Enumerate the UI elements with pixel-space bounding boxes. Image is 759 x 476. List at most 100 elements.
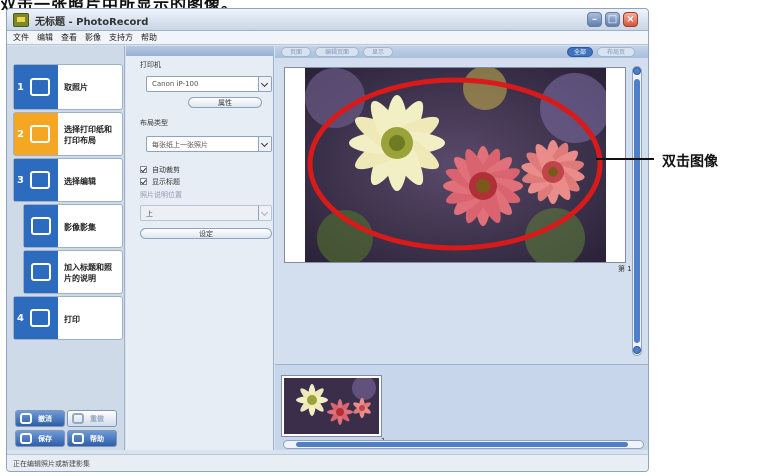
tab-all[interactable]: 全部 — [567, 47, 593, 57]
printer-select[interactable]: Canon iP-100 — [146, 76, 272, 92]
app-window: 无标题 - PhotoRecord – □ × 文件 编辑 查看 影像 支持方 … — [6, 8, 649, 472]
callout-label: 双击图像 — [662, 154, 718, 170]
maximize-button[interactable]: □ — [605, 12, 620, 27]
redo-label: 重做 — [90, 415, 104, 423]
layout-select[interactable]: 每张纸上一张照片 — [146, 136, 272, 152]
show-title-label: 显示标题 — [152, 178, 180, 186]
tab-layout-page[interactable]: 布局页 — [597, 47, 635, 57]
menu-image[interactable]: 影像 — [85, 31, 101, 45]
minimize-button[interactable]: – — [587, 12, 602, 27]
import-photo-icon — [30, 78, 50, 96]
scroll-down-icon[interactable] — [633, 346, 641, 354]
redo-button[interactable]: 重做 — [67, 410, 117, 427]
menu-support[interactable]: 支持方 — [109, 31, 133, 45]
layout-icon — [30, 125, 50, 143]
step-label: 影像影集 — [64, 223, 96, 232]
step-layout[interactable]: 2 选择打印纸和 打印布局 — [13, 112, 123, 156]
scrollbar-thumb[interactable] — [634, 79, 640, 343]
step-number: 1 — [17, 82, 24, 93]
chevron-down-icon — [258, 77, 271, 91]
chevron-down-icon — [258, 137, 271, 151]
step-label: 选择打印纸和 打印布局 — [64, 125, 112, 145]
flower-photo[interactable] — [305, 68, 606, 262]
page-number: 第 1 — [618, 265, 632, 273]
undo-label: 撤消 — [38, 415, 52, 423]
step-edit[interactable]: 3 选择编辑 — [13, 158, 123, 202]
tab-display[interactable]: 显示 — [363, 47, 393, 57]
step-number: 2 — [17, 129, 24, 140]
menu-view[interactable]: 查看 — [61, 31, 77, 45]
menu-edit[interactable]: 编辑 — [37, 31, 53, 45]
vertical-scrollbar[interactable] — [632, 66, 642, 356]
printer-settings-button[interactable]: 属性 — [188, 97, 262, 108]
step-badge: 3 — [14, 159, 58, 201]
step-album[interactable]: 影像影集 — [23, 204, 123, 248]
printer-value: Canon iP-100 — [152, 80, 199, 88]
thumbnail-item[interactable] — [281, 375, 382, 437]
title-bar: 无标题 - PhotoRecord – □ × — [7, 9, 648, 31]
options-header — [126, 46, 274, 56]
window-title: 无标题 - PhotoRecord — [35, 17, 149, 28]
menu-help[interactable]: 帮助 — [141, 31, 157, 45]
help-icon — [72, 433, 84, 444]
step-label: 取照片 — [64, 83, 88, 92]
step-number: 4 — [17, 313, 24, 324]
step-badge — [24, 251, 58, 293]
undo-icon — [20, 413, 32, 424]
printer-label: 打印机 — [140, 61, 161, 69]
maximize-icon: □ — [607, 14, 618, 25]
step-label: 选择编辑 — [64, 177, 96, 186]
album-icon — [31, 217, 51, 235]
close-icon: × — [626, 14, 635, 25]
tab-page[interactable]: 页面 — [281, 47, 311, 57]
auto-crop-label: 自动裁剪 — [152, 166, 180, 174]
show-title-checkbox[interactable] — [140, 178, 147, 185]
caption-position-value: 上 — [146, 210, 153, 218]
help-label: 帮助 — [90, 435, 104, 443]
steps-sidebar: 1 取照片 2 选择打印纸和 打印布局 3 选择编辑 影像影集 加入标题和照 片… — [7, 46, 125, 450]
step-label: 打印 — [64, 315, 80, 324]
save-button[interactable]: 保存 — [15, 430, 65, 447]
step-badge: 4 — [14, 297, 58, 339]
status-text: 正在编辑照片或新建影集 — [13, 460, 90, 468]
thumbnail-strip: 1 — [275, 364, 648, 450]
redo-icon — [72, 413, 84, 424]
step-badge: 1 — [14, 65, 58, 109]
caption-position-select[interactable]: 上 — [140, 205, 272, 221]
apply-button[interactable]: 设定 — [140, 228, 272, 239]
close-button[interactable]: × — [623, 12, 638, 27]
preview-page — [284, 67, 626, 263]
minimize-icon: – — [592, 14, 597, 25]
options-panel: 打印机 Canon iP-100 属性 布局类型 每张纸上一张照片 自动裁剪 显… — [126, 46, 274, 450]
step-print[interactable]: 4 打印 — [13, 296, 123, 340]
undo-button[interactable]: 撤消 — [15, 410, 65, 427]
scroll-up-icon[interactable] — [633, 67, 641, 75]
step-import-photo[interactable]: 1 取照片 — [13, 64, 123, 110]
step-number: 3 — [17, 175, 24, 186]
chevron-down-icon — [258, 206, 271, 220]
menu-file[interactable]: 文件 — [13, 31, 29, 45]
edit-icon — [30, 171, 50, 189]
print-icon — [30, 309, 50, 327]
caption-position-label: 照片说明位置 — [140, 191, 182, 199]
step-badge — [24, 205, 58, 247]
layout-label: 布局类型 — [140, 119, 168, 127]
preview-toolbar: 页面 编辑页面 显示 全部 布局页 — [275, 46, 648, 58]
horizontal-scrollbar[interactable] — [283, 440, 644, 449]
app-icon — [13, 13, 29, 27]
step-caption[interactable]: 加入标题和照 片的说明 — [23, 250, 123, 294]
caption-icon — [31, 263, 51, 281]
help-button[interactable]: 帮助 — [67, 430, 117, 447]
thumbnail-photo — [284, 378, 379, 434]
step-badge: 2 — [14, 113, 58, 155]
scrollbar-thumb[interactable] — [296, 442, 628, 447]
save-label: 保存 — [38, 435, 52, 443]
callout-line — [596, 158, 654, 160]
save-icon — [20, 433, 32, 444]
tab-edit-page[interactable]: 编辑页面 — [315, 47, 359, 57]
auto-crop-checkbox[interactable] — [140, 166, 147, 173]
preview-area: 页面 编辑页面 显示 全部 布局页 第 1 — [275, 46, 648, 450]
layout-value: 每张纸上一张照片 — [152, 141, 208, 149]
status-bar: 正在编辑照片或新建影集 — [7, 454, 648, 471]
step-label: 加入标题和照 片的说明 — [64, 263, 112, 283]
